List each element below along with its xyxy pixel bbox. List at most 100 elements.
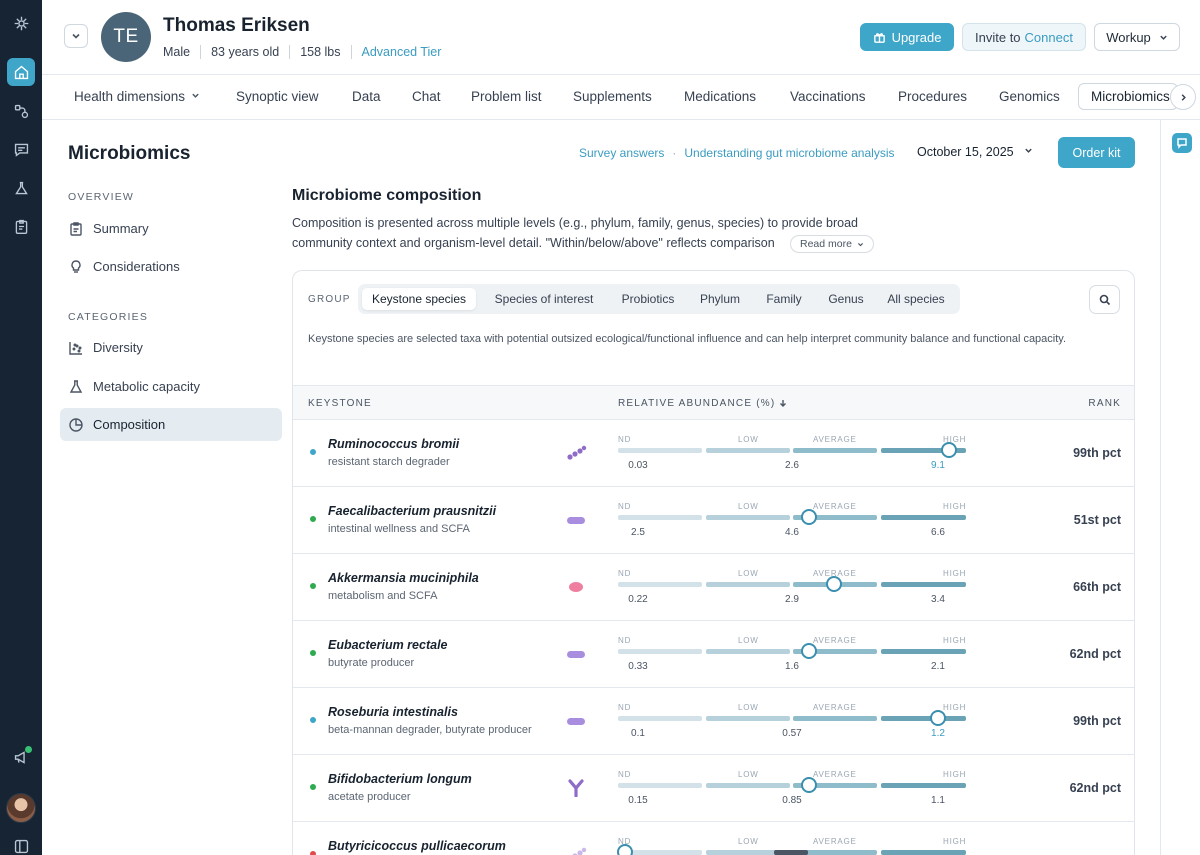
group-option-species-of-interest[interactable]: Species of interest [482, 288, 606, 310]
species-name: Akkermansia muciniphila [328, 571, 479, 585]
status-dot [310, 784, 316, 790]
table-row[interactable]: Ruminococcus bromii resistant starch degr… [293, 420, 1134, 487]
table-row[interactable]: Bifidobacterium longum acetate producer ND… [293, 755, 1134, 822]
scale-segment [706, 783, 790, 788]
scale-label: AVERAGE [813, 435, 857, 444]
workflow-icon[interactable] [7, 97, 35, 125]
scale-label: HIGH [943, 502, 967, 511]
species-description: acetate producer [328, 791, 411, 803]
tabs-scroll-right-button[interactable] [1170, 84, 1196, 110]
group-option-probiotics[interactable]: Probiotics [608, 288, 688, 310]
scale-label: AVERAGE [813, 837, 857, 846]
sidepanel-item-label: Composition [93, 417, 166, 432]
chat-icon[interactable] [7, 135, 35, 163]
section-title: Microbiome composition [292, 187, 482, 204]
microbiomics-sidepanel: Microbiomics OVERVIEW Summary Considerat… [42, 120, 296, 855]
table-row[interactable]: Butyricicoccus pullicaecorum ND LOW AVERAGE… [293, 822, 1134, 855]
patient-meta: Male 83 years old 158 lbs Advanced Tier [163, 45, 441, 59]
tab-microbiomics[interactable]: Microbiomics [1078, 83, 1178, 110]
user-avatar[interactable] [6, 793, 36, 823]
abundance-handle [941, 442, 957, 458]
patient-switcher-button[interactable] [64, 24, 88, 48]
search-button[interactable] [1089, 285, 1120, 314]
tab-medications[interactable]: Medications [684, 89, 756, 104]
search-icon [1099, 294, 1110, 305]
overview-section-label: OVERVIEW [68, 191, 135, 203]
invite-connect-button[interactable]: Invite to Connect [962, 23, 1086, 51]
threshold-value: 2.6 [785, 460, 799, 471]
threshold-value: 2.5 [631, 527, 645, 538]
workup-dropdown[interactable]: Workup [1094, 23, 1180, 51]
patient-tier-link[interactable]: Advanced Tier [362, 45, 442, 59]
species-description: beta-mannan degrader, butyrate producer [328, 724, 532, 736]
group-option-all-species[interactable]: All species [876, 288, 956, 310]
sidepanel-item-composition[interactable]: Composition [60, 408, 282, 441]
group-option-family[interactable]: Family [752, 288, 816, 310]
survey-answers-link[interactable]: Survey answers [579, 146, 664, 160]
chain-bacteria-icon [565, 846, 587, 855]
group-option-keystone-species[interactable]: Keystone species [362, 288, 476, 310]
composition-card: GROUP Keystone species Species of intere… [292, 270, 1135, 855]
patient-weight: 158 lbs [300, 45, 341, 59]
y-bacteria-icon [565, 779, 587, 797]
sidepanel-item-summary[interactable]: Summary [60, 212, 282, 245]
group-option-genus[interactable]: Genus [816, 288, 876, 310]
threshold-value: 4.6 [785, 527, 799, 538]
patient-name: Thomas Eriksen [163, 15, 310, 36]
clipboard-icon[interactable] [7, 212, 35, 240]
scale-label: LOW [738, 569, 759, 578]
scale-label: HIGH [943, 703, 967, 712]
sidepanel-item-label: Diversity [93, 340, 143, 355]
scale-label: LOW [738, 502, 759, 511]
order-kit-button[interactable]: Order kit [1058, 137, 1135, 168]
sidepanel-item-diversity[interactable]: Diversity [60, 331, 282, 364]
scale-segment [618, 448, 702, 453]
threshold-value: 3.4 [931, 594, 945, 605]
tab-vaccinations[interactable]: Vaccinations [790, 89, 866, 104]
scale-label: ND [618, 636, 632, 645]
understanding-analysis-link[interactable]: Understanding gut microbiome analysis [684, 146, 894, 160]
abundance-scale: ND LOW AVERAGE HIGH 0.03 2.6 9.1 [618, 432, 966, 476]
scale-segment [793, 716, 877, 721]
description-line-1: Composition is presented across multiple… [292, 216, 859, 230]
group-option-phylum[interactable]: Phylum [688, 288, 752, 310]
report-date: October 15, 2025 [917, 145, 1014, 159]
tab-problem-list[interactable]: Problem list [471, 89, 542, 104]
table-row[interactable]: Faecalibacterium prausnitzii intestinal w… [293, 487, 1134, 554]
home-icon[interactable] [7, 58, 35, 86]
column-keystone[interactable]: KEYSTONE [308, 398, 372, 409]
sidepanel-item-metabolic-capacity[interactable]: Metabolic capacity [60, 370, 282, 403]
sidepanel-item-considerations[interactable]: Considerations [60, 250, 282, 283]
announcement-icon[interactable] [7, 743, 35, 771]
chevron-down-icon [192, 93, 199, 98]
scale-label: LOW [738, 770, 759, 779]
table-row[interactable]: Roseburia intestinalis beta-mannan degrad… [293, 688, 1134, 755]
column-rank[interactable]: RANK [1088, 398, 1121, 409]
comments-button[interactable] [1172, 133, 1192, 153]
scale-label: ND [618, 569, 632, 578]
scale-segment [881, 850, 966, 855]
read-more-label: Read more [800, 238, 852, 250]
tab-supplements[interactable]: Supplements [573, 89, 652, 104]
tab-chat[interactable]: Chat [412, 89, 441, 104]
abundance-scale: ND LOW AVERAGE HIGH 0.22 2.9 3.4 [618, 566, 966, 610]
tab-procedures[interactable]: Procedures [898, 89, 967, 104]
read-more-button[interactable]: Read more [790, 235, 874, 253]
table-row[interactable]: Akkermansia muciniphila metabolism and SC… [293, 554, 1134, 621]
threshold-value: 2.9 [785, 594, 799, 605]
tab-health-dimensions[interactable]: Health dimensions [74, 89, 200, 104]
sort-arrow-down-icon [780, 400, 787, 407]
report-date-select[interactable]: October 15, 2025 [917, 145, 1033, 159]
sidepanel-title: Microbiomics [68, 143, 191, 164]
upgrade-button[interactable]: Upgrade [860, 23, 954, 51]
tab-genomics[interactable]: Genomics [999, 89, 1060, 104]
column-relative-abundance[interactable]: RELATIVE ABUNDANCE (%) [618, 398, 787, 409]
scale-label: LOW [738, 435, 759, 444]
tab-synoptic-view[interactable]: Synoptic view [236, 89, 319, 104]
tab-data[interactable]: Data [352, 89, 381, 104]
link-separator: · [672, 146, 677, 160]
lab-flask-icon[interactable] [7, 174, 35, 202]
table-row[interactable]: Eubacterium rectale butyrate producer ND LO… [293, 621, 1134, 688]
logo-icon[interactable] [7, 9, 35, 37]
sidebar-toggle-icon[interactable] [7, 832, 35, 855]
